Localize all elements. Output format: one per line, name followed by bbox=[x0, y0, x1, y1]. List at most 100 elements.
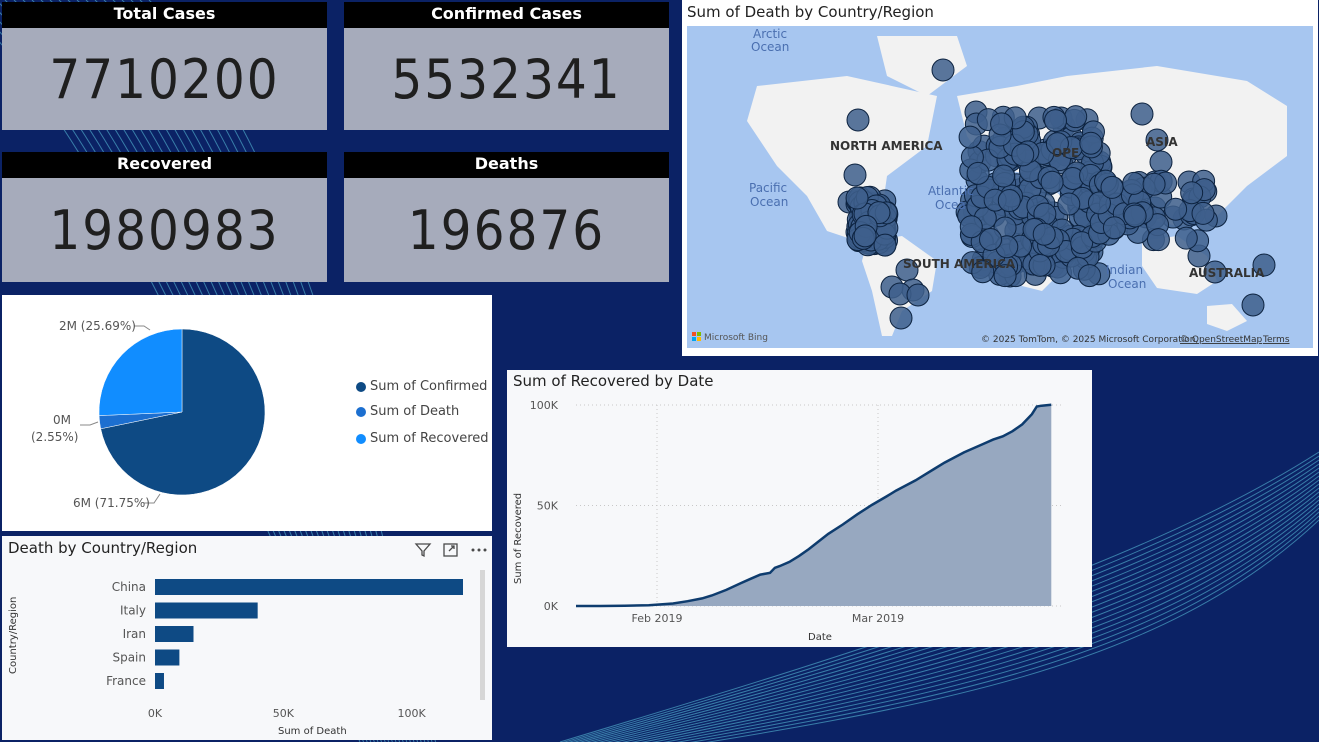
pie-chart-panel[interactable]: 2M (25.69%) 0M (2.55%) 6M (71.75%) Sum o… bbox=[2, 295, 492, 531]
country-death-bubble bbox=[1064, 105, 1088, 129]
country-death-bubble bbox=[1146, 228, 1170, 252]
country-death-bubble bbox=[1102, 216, 1126, 240]
area-y-axis-label: Sum of Recovered bbox=[513, 493, 524, 584]
country-death-bubble bbox=[966, 161, 990, 185]
deaths-value: 196876 bbox=[407, 198, 606, 262]
legend-label-recovered: Sum of Recovered bbox=[370, 431, 489, 446]
map-label-australia: AUSTRALIA bbox=[1189, 266, 1265, 280]
bar-x-tick-label: 100K bbox=[398, 707, 427, 720]
country-death-bubble bbox=[889, 306, 913, 330]
country-death-bubble bbox=[1130, 102, 1154, 126]
bar-scrollbar[interactable] bbox=[480, 570, 485, 700]
country-death-bubble bbox=[958, 125, 982, 149]
map-label-europe: OPE bbox=[1052, 146, 1079, 160]
total-cases-value: 7710200 bbox=[49, 47, 280, 111]
pie-chart[interactable]: 2M (25.69%) 0M (2.55%) 6M (71.75%) bbox=[2, 295, 342, 531]
legend-item-confirmed[interactable]: Sum of Confirmed bbox=[356, 379, 487, 394]
world-map[interactable]: Arctic Ocean NORTH AMERICA OPE ASIA Paci… bbox=[687, 26, 1313, 348]
area-x-tick-label: Mar 2019 bbox=[852, 612, 904, 625]
legend-marker-death bbox=[356, 406, 366, 417]
area-y-tick-label: 0K bbox=[544, 600, 559, 613]
map-label-asia: ASIA bbox=[1146, 135, 1178, 149]
area-chart[interactable]: 0K 50K 100K Feb 2019 Mar 2019 Sum of Recover… bbox=[507, 370, 1092, 647]
recovered-card[interactable]: Recovered 1980983 bbox=[2, 152, 327, 282]
country-death-bubble bbox=[990, 112, 1014, 136]
bar-category-label: France bbox=[106, 674, 146, 688]
country-death-bubble bbox=[873, 233, 897, 257]
country-death-bubble bbox=[1241, 293, 1265, 317]
map-label-arctic-1: Arctic bbox=[753, 27, 787, 41]
recovered-area-fill bbox=[576, 404, 1052, 606]
map-label-north-america: NORTH AMERICA bbox=[830, 139, 943, 153]
legend-label-confirmed: Sum of Confirmed bbox=[370, 379, 488, 394]
country-death-bubble bbox=[1191, 201, 1215, 225]
death-map-panel[interactable]: Sum of Death by Country/Region Arctic Oc… bbox=[682, 0, 1318, 356]
bar-x-tick-label: 0K bbox=[148, 707, 163, 720]
country-death-bubble bbox=[1079, 131, 1103, 155]
recovered-value: 1980983 bbox=[49, 198, 280, 262]
legend-label-death: Sum of Death bbox=[370, 404, 460, 419]
legend-item-death[interactable]: Sum of Death bbox=[356, 404, 459, 419]
map-title: Sum of Death by Country/Region bbox=[687, 3, 934, 21]
country-death-bubble bbox=[843, 163, 867, 187]
bar-category-label: Spain bbox=[112, 651, 146, 665]
legend-marker-confirmed bbox=[356, 381, 366, 392]
country-death-bubble bbox=[1028, 253, 1052, 277]
confirmed-cases-title: Confirmed Cases bbox=[344, 2, 669, 28]
country-death-bubble bbox=[1142, 172, 1166, 196]
map-label-atlantic-1: Atlantic bbox=[928, 184, 974, 198]
pie-label-recovered: 2M (25.69%) bbox=[59, 319, 136, 333]
deaths-card[interactable]: Deaths 196876 bbox=[344, 152, 669, 282]
terms-link[interactable]: Terms bbox=[1262, 335, 1290, 345]
country-death-bubble bbox=[1011, 143, 1035, 167]
pie-label-confirmed: 6M (71.75%) bbox=[73, 496, 150, 510]
osm-link[interactable]: © OpenStreetMap bbox=[1180, 335, 1263, 345]
bar-spain bbox=[155, 649, 180, 666]
country-death-bubble bbox=[992, 164, 1016, 188]
country-death-bubble bbox=[931, 58, 955, 82]
deaths-title: Deaths bbox=[344, 152, 669, 178]
legend-item-recovered[interactable]: Sum of Recovered bbox=[356, 431, 489, 446]
total-cases-card[interactable]: Total Cases 7710200 bbox=[2, 2, 327, 130]
area-x-tick-label: Feb 2019 bbox=[632, 612, 683, 625]
country-death-bubble bbox=[906, 283, 930, 307]
bar-chart[interactable]: China Italy Iran Spain France 0K 50K 100K Count… bbox=[2, 536, 492, 740]
confirmed-cases-card[interactable]: Confirmed Cases 5532341 bbox=[344, 2, 669, 130]
map-label-south-america: SOUTH AMERICA bbox=[903, 257, 1016, 271]
confirmed-cases-value: 5532341 bbox=[391, 47, 622, 111]
country-death-bubble bbox=[1044, 109, 1068, 133]
bar-x-axis-label: Sum of Death bbox=[278, 726, 347, 737]
bar-chart-panel[interactable]: Death by Country/Region China Italy Iran Sp… bbox=[2, 536, 492, 740]
map-label-arctic-2: Ocean bbox=[751, 40, 789, 54]
pie-leader-death bbox=[80, 421, 99, 426]
bar-x-tick-label: 50K bbox=[273, 707, 295, 720]
map-attribution: © 2025 TomTom, © 2025 Microsoft Corporat… bbox=[981, 335, 1198, 345]
map-label-pacific-2: Ocean bbox=[750, 195, 788, 209]
area-y-tick-label: 50K bbox=[537, 500, 559, 513]
bar-italy bbox=[155, 602, 258, 619]
country-death-bubble bbox=[1040, 170, 1064, 194]
map-label-atlantic-2: Ocea bbox=[935, 198, 966, 212]
country-death-bubble bbox=[1100, 175, 1124, 199]
bar-category-label: Iran bbox=[123, 627, 146, 641]
country-death-bubble bbox=[1057, 192, 1081, 216]
country-death-bubble bbox=[853, 224, 877, 248]
area-x-axis-label: Date bbox=[808, 632, 832, 643]
pie-label-death-pct: (2.55%) bbox=[31, 430, 78, 444]
map-label-indian-1: Indian bbox=[1106, 263, 1143, 277]
map-label-indian-2: Ocean bbox=[1108, 277, 1146, 291]
pie-label-death-value: 0M bbox=[53, 413, 71, 427]
area-chart-panel[interactable]: Sum of Recovered by Date 0K 50K 100K Feb 20… bbox=[507, 370, 1092, 647]
country-death-bubble bbox=[846, 108, 870, 132]
bar-category-label: China bbox=[112, 580, 146, 594]
country-death-bubble bbox=[979, 227, 1003, 251]
bar-china bbox=[155, 579, 463, 595]
country-death-bubble bbox=[1032, 222, 1056, 246]
country-death-bubble bbox=[1164, 197, 1188, 221]
bar-iran bbox=[155, 626, 194, 642]
country-death-bubble bbox=[1123, 204, 1147, 228]
total-cases-title: Total Cases bbox=[2, 2, 327, 28]
country-death-bubble bbox=[1122, 171, 1146, 195]
country-death-bubble bbox=[1180, 181, 1204, 205]
bar-y-axis-label: Country/Region bbox=[8, 597, 19, 674]
